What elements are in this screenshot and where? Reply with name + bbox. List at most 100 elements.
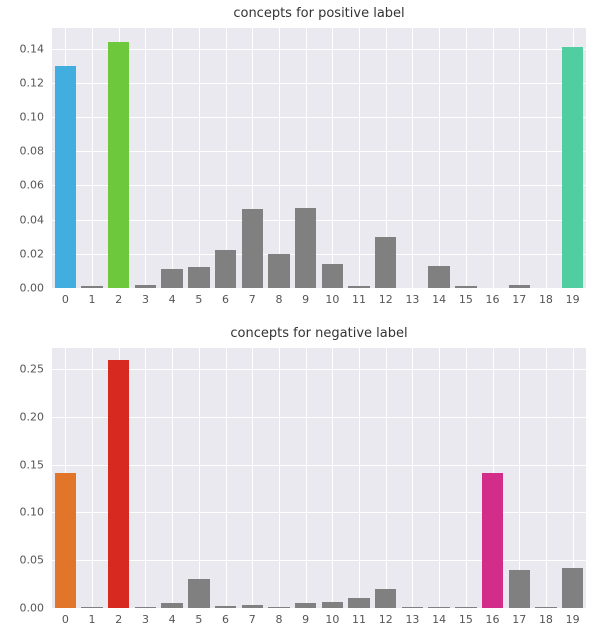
x-tick-label: 9 <box>302 288 309 306</box>
gridline-horizontal <box>52 369 586 370</box>
gridline-vertical <box>172 28 173 288</box>
x-tick-label: 13 <box>405 288 419 306</box>
bar <box>55 473 76 608</box>
y-tick-label: 0.12 <box>20 76 53 89</box>
gridline-vertical <box>145 348 146 608</box>
bar <box>562 47 583 288</box>
plot-background <box>52 348 586 608</box>
gridline-vertical <box>466 28 467 288</box>
gridline-vertical <box>493 28 494 288</box>
gridline-vertical <box>439 348 440 608</box>
gridline-horizontal <box>52 185 586 186</box>
y-tick-label: 0.05 <box>20 554 53 567</box>
gridline-horizontal <box>52 254 586 255</box>
x-tick-label: 19 <box>566 608 580 626</box>
bar <box>55 66 76 288</box>
gridline-vertical <box>279 28 280 288</box>
y-tick-label: 0.04 <box>20 213 53 226</box>
x-tick-label: 12 <box>379 608 393 626</box>
gridline-vertical <box>332 28 333 288</box>
gridline-vertical <box>412 28 413 288</box>
x-tick-label: 7 <box>249 288 256 306</box>
x-tick-label: 5 <box>195 608 202 626</box>
chart-title: concepts for negative label <box>52 326 586 341</box>
bar <box>108 42 129 288</box>
y-tick-label: 0.25 <box>20 363 53 376</box>
gridline-vertical <box>279 348 280 608</box>
x-tick-label: 9 <box>302 608 309 626</box>
x-tick-label: 12 <box>379 288 393 306</box>
bar <box>562 568 583 608</box>
x-tick-label: 10 <box>325 608 339 626</box>
gridline-horizontal <box>52 560 586 561</box>
x-tick-label: 17 <box>512 608 526 626</box>
x-tick-label: 0 <box>62 288 69 306</box>
figure: concepts for positive label 0.000.020.04… <box>0 0 606 644</box>
gridline-vertical <box>359 348 360 608</box>
gridline-vertical <box>145 28 146 288</box>
x-tick-label: 0 <box>62 608 69 626</box>
bar <box>161 269 182 288</box>
gridline-vertical <box>519 28 520 288</box>
x-tick-label: 11 <box>352 288 366 306</box>
y-tick-label: 0.00 <box>20 602 53 615</box>
y-tick-label: 0.14 <box>20 42 53 55</box>
gridline-horizontal <box>52 117 586 118</box>
gridline-horizontal <box>52 465 586 466</box>
x-tick-label: 1 <box>89 288 96 306</box>
gridline-vertical <box>332 348 333 608</box>
gridline-vertical <box>306 348 307 608</box>
y-tick-label: 0.06 <box>20 179 53 192</box>
x-tick-label: 8 <box>275 288 282 306</box>
gridline-vertical <box>172 348 173 608</box>
x-tick-label: 14 <box>432 608 446 626</box>
x-tick-label: 17 <box>512 288 526 306</box>
x-tick-label: 6 <box>222 608 229 626</box>
x-tick-label: 7 <box>249 608 256 626</box>
x-tick-label: 8 <box>275 608 282 626</box>
y-tick-label: 0.08 <box>20 145 53 158</box>
x-tick-label: 5 <box>195 288 202 306</box>
gridline-vertical <box>386 348 387 608</box>
y-tick-label: 0.20 <box>20 410 53 423</box>
bar <box>348 598 369 608</box>
chart-title: concepts for positive label <box>52 6 586 21</box>
gridline-vertical <box>92 28 93 288</box>
x-tick-label: 14 <box>432 288 446 306</box>
bar <box>188 267 209 288</box>
chart-negative: concepts for negative label 0.000.050.10… <box>52 348 586 608</box>
x-tick-label: 6 <box>222 288 229 306</box>
gridline-vertical <box>546 348 547 608</box>
x-tick-label: 16 <box>486 608 500 626</box>
plot-background <box>52 28 586 288</box>
bar <box>215 250 236 288</box>
x-tick-label: 3 <box>142 288 149 306</box>
gridline-horizontal <box>52 288 586 289</box>
gridline-vertical <box>546 28 547 288</box>
bar <box>268 254 289 288</box>
gridline-vertical <box>466 348 467 608</box>
gridline-vertical <box>226 28 227 288</box>
y-tick-label: 0.15 <box>20 458 53 471</box>
x-tick-label: 19 <box>566 288 580 306</box>
x-tick-label: 2 <box>115 288 122 306</box>
x-tick-label: 10 <box>325 288 339 306</box>
x-tick-label: 13 <box>405 608 419 626</box>
bar <box>108 360 129 608</box>
gridline-vertical <box>92 348 93 608</box>
x-tick-label: 18 <box>539 608 553 626</box>
x-tick-label: 18 <box>539 288 553 306</box>
y-tick-label: 0.10 <box>20 110 53 123</box>
gridline-horizontal <box>52 512 586 513</box>
y-tick-label: 0.10 <box>20 506 53 519</box>
x-tick-label: 1 <box>89 608 96 626</box>
gridline-horizontal <box>52 417 586 418</box>
gridline-horizontal <box>52 49 586 50</box>
gridline-horizontal <box>52 151 586 152</box>
x-tick-label: 15 <box>459 608 473 626</box>
gridline-horizontal <box>52 83 586 84</box>
x-tick-label: 3 <box>142 608 149 626</box>
y-tick-label: 0.00 <box>20 282 53 295</box>
bar <box>242 209 263 288</box>
bar <box>375 589 396 608</box>
